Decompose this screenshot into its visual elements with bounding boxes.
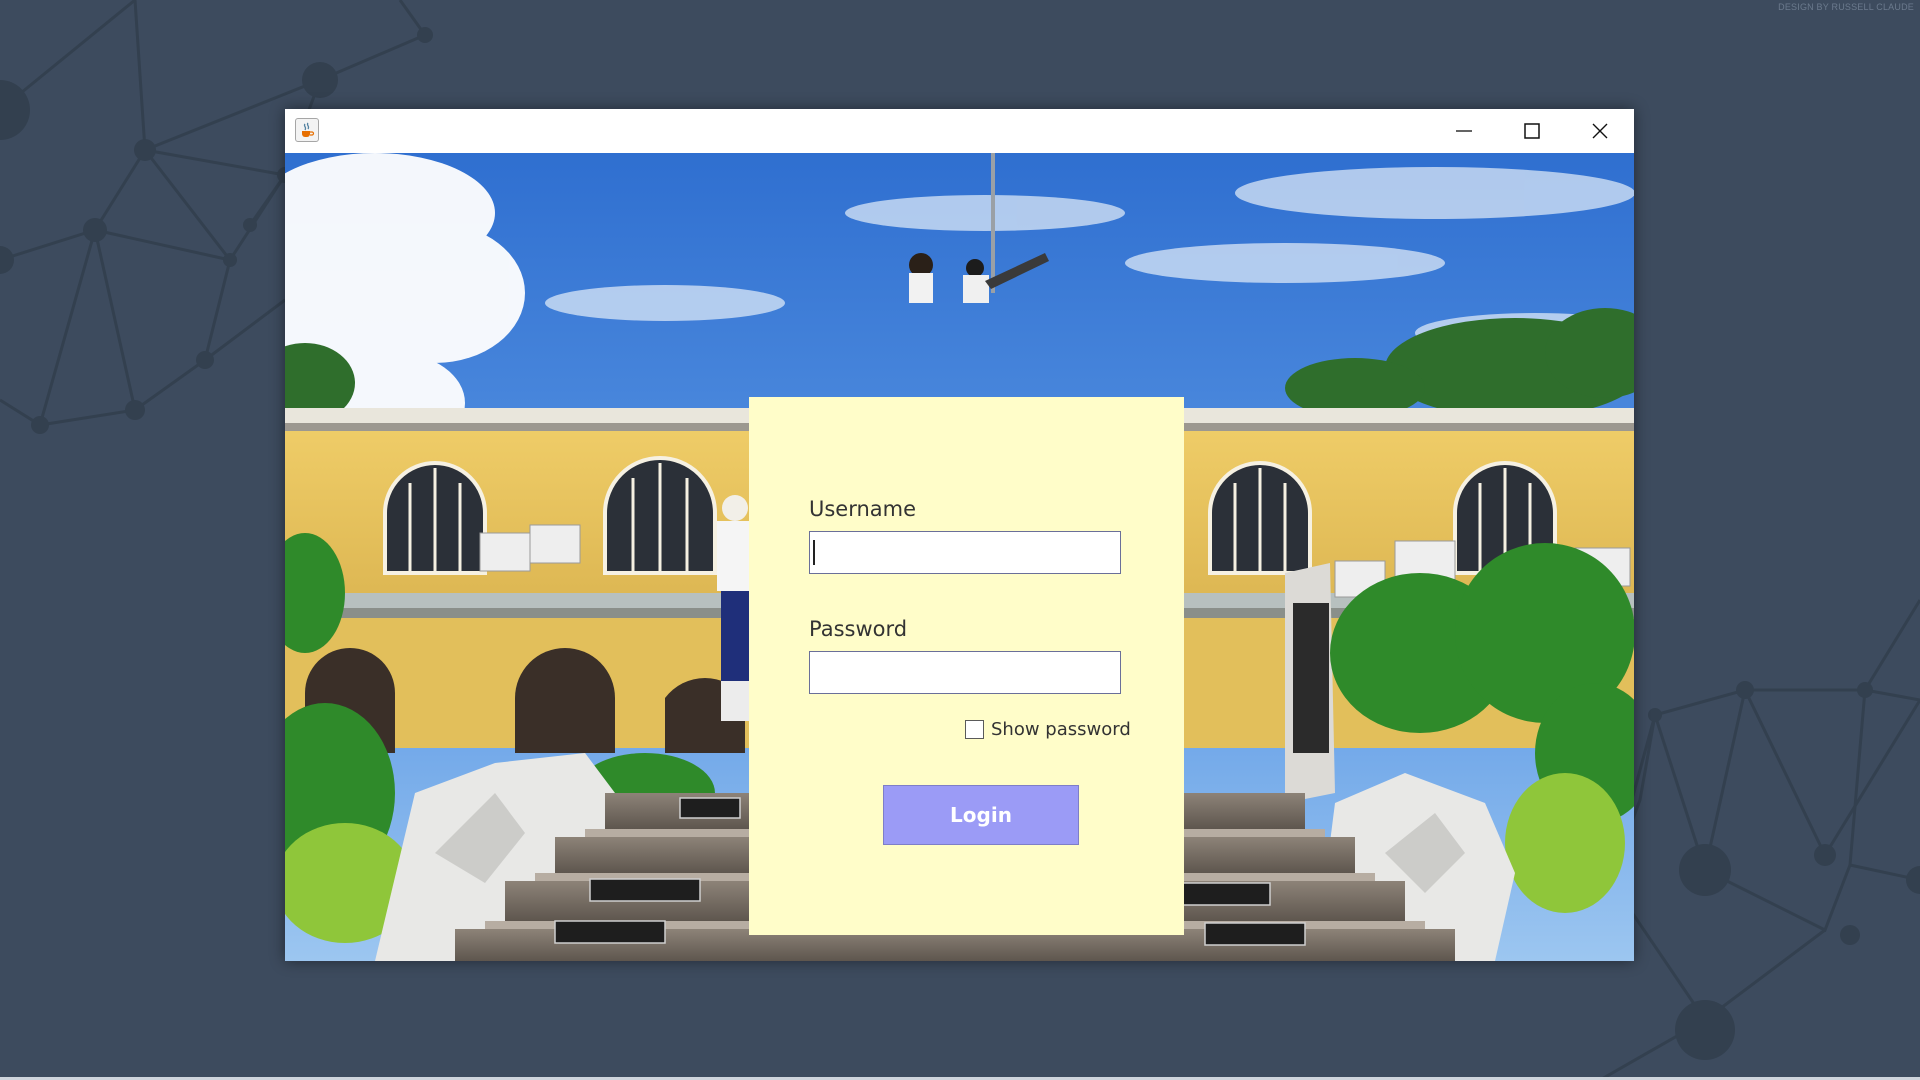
show-password-label[interactable]: Show password [991, 719, 1131, 740]
show-password-checkbox[interactable] [965, 720, 984, 739]
username-field[interactable] [809, 531, 1121, 574]
password-label: Password [809, 617, 908, 641]
minimize-button[interactable] [1430, 109, 1498, 153]
title-bar[interactable] [285, 109, 1634, 153]
maximize-button[interactable] [1498, 109, 1566, 153]
login-button[interactable]: Login [883, 785, 1079, 845]
window-content: Username Password Show password Login [285, 153, 1634, 961]
java-cup-icon[interactable] [295, 118, 319, 142]
password-field[interactable] [809, 651, 1121, 694]
username-label: Username [809, 497, 917, 521]
text-caret [813, 540, 815, 565]
wallpaper-credit: DESIGN BY RUSSELL CLAUDE [1778, 2, 1914, 12]
maximize-icon [1524, 123, 1540, 139]
login-window: Username Password Show password Login [285, 109, 1634, 961]
login-panel: Username Password Show password Login [749, 397, 1184, 935]
close-icon [1592, 123, 1608, 139]
minimize-icon [1456, 130, 1472, 132]
close-button[interactable] [1566, 109, 1634, 153]
